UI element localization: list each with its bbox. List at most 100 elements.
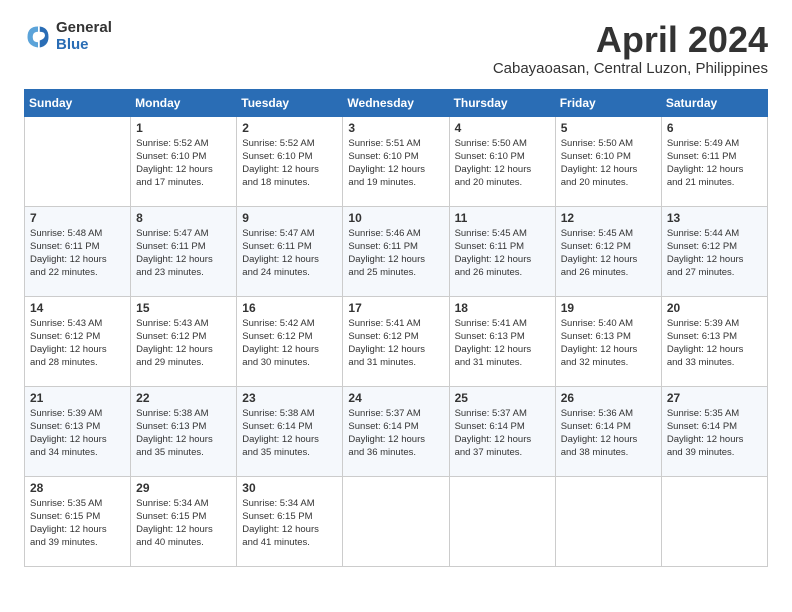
day-info: Sunrise: 5:39 AM Sunset: 6:13 PM Dayligh… — [30, 407, 125, 460]
day-number: 16 — [242, 301, 337, 315]
day-info: Sunrise: 5:45 AM Sunset: 6:12 PM Dayligh… — [561, 227, 656, 280]
day-info: Sunrise: 5:38 AM Sunset: 6:14 PM Dayligh… — [242, 407, 337, 460]
header: General Blue April 2024 Cabayaoasan, Cen… — [24, 20, 768, 77]
day-number: 5 — [561, 121, 656, 135]
calendar-cell: 26 Sunrise: 5:36 AM Sunset: 6:14 PM Dayli… — [555, 386, 661, 476]
calendar-cell — [25, 116, 131, 206]
day-number: 27 — [667, 391, 762, 405]
day-info: Sunrise: 5:43 AM Sunset: 6:12 PM Dayligh… — [136, 317, 231, 370]
day-info: Sunrise: 5:51 AM Sunset: 6:10 PM Dayligh… — [348, 137, 443, 190]
day-number: 24 — [348, 391, 443, 405]
logo-general-text: General — [56, 20, 112, 37]
day-info: Sunrise: 5:52 AM Sunset: 6:10 PM Dayligh… — [242, 137, 337, 190]
day-info: Sunrise: 5:41 AM Sunset: 6:12 PM Dayligh… — [348, 317, 443, 370]
logo-icon — [24, 23, 52, 51]
calendar-cell: 23 Sunrise: 5:38 AM Sunset: 6:14 PM Dayli… — [237, 386, 343, 476]
day-number: 1 — [136, 121, 231, 135]
day-info: Sunrise: 5:37 AM Sunset: 6:14 PM Dayligh… — [455, 407, 550, 460]
calendar-cell: 19Sunrise: 5:40 AM Sunset: 6:13 PM Dayli… — [555, 296, 661, 386]
calendar-table: SundayMondayTuesdayWednesdayThursdayFrid… — [24, 89, 768, 567]
day-number: 11 — [455, 211, 550, 225]
calendar-cell: 30 Sunrise: 5:34 AM Sunset: 6:15 PM Dayli… — [237, 476, 343, 566]
calendar-week-row: 7 Sunrise: 5:48 AM Sunset: 6:11 PM Daylig… — [25, 206, 768, 296]
calendar-cell: 24Sunrise: 5:37 AM Sunset: 6:14 PM Dayli… — [343, 386, 449, 476]
day-number: 13 — [667, 211, 762, 225]
weekday-header-friday: Friday — [555, 89, 661, 116]
day-number: 21 — [30, 391, 125, 405]
day-info: Sunrise: 5:43 AM Sunset: 6:12 PM Dayligh… — [30, 317, 125, 370]
day-info: Sunrise: 5:34 AM Sunset: 6:15 PM Dayligh… — [136, 497, 231, 550]
day-number: 29 — [136, 481, 231, 495]
day-number: 8 — [136, 211, 231, 225]
weekday-header-tuesday: Tuesday — [237, 89, 343, 116]
day-number: 26 — [561, 391, 656, 405]
day-info: Sunrise: 5:45 AM Sunset: 6:11 PM Dayligh… — [455, 227, 550, 280]
day-info: Sunrise: 5:39 AM Sunset: 6:13 PM Dayligh… — [667, 317, 762, 370]
calendar-cell: 18 Sunrise: 5:41 AM Sunset: 6:13 PM Dayli… — [449, 296, 555, 386]
calendar-cell: 27 Sunrise: 5:35 AM Sunset: 6:14 PM Dayli… — [661, 386, 767, 476]
calendar-cell — [449, 476, 555, 566]
day-number: 7 — [30, 211, 125, 225]
day-info: Sunrise: 5:35 AM Sunset: 6:15 PM Dayligh… — [30, 497, 125, 550]
calendar-cell: 1 Sunrise: 5:52 AM Sunset: 6:10 PM Daylig… — [131, 116, 237, 206]
calendar-cell — [661, 476, 767, 566]
day-number: 10 — [348, 211, 443, 225]
weekday-header-thursday: Thursday — [449, 89, 555, 116]
calendar-cell: 8 Sunrise: 5:47 AM Sunset: 6:11 PM Daylig… — [131, 206, 237, 296]
day-number: 22 — [136, 391, 231, 405]
calendar-cell: 6 Sunrise: 5:49 AM Sunset: 6:11 PM Daylig… — [661, 116, 767, 206]
calendar-cell: 29 Sunrise: 5:34 AM Sunset: 6:15 PM Dayli… — [131, 476, 237, 566]
day-number: 14 — [30, 301, 125, 315]
day-number: 17 — [348, 301, 443, 315]
day-info: Sunrise: 5:47 AM Sunset: 6:11 PM Dayligh… — [136, 227, 231, 280]
logo-text: General Blue — [56, 20, 112, 53]
calendar-cell: 10 Sunrise: 5:46 AM Sunset: 6:11 PM Dayli… — [343, 206, 449, 296]
day-info: Sunrise: 5:46 AM Sunset: 6:11 PM Dayligh… — [348, 227, 443, 280]
day-info: Sunrise: 5:48 AM Sunset: 6:11 PM Dayligh… — [30, 227, 125, 280]
weekday-header-saturday: Saturday — [661, 89, 767, 116]
location-title: Cabayaoasan, Central Luzon, Philippines — [493, 60, 768, 77]
day-info: Sunrise: 5:41 AM Sunset: 6:13 PM Dayligh… — [455, 317, 550, 370]
calendar-cell: 7 Sunrise: 5:48 AM Sunset: 6:11 PM Daylig… — [25, 206, 131, 296]
calendar-cell: 25Sunrise: 5:37 AM Sunset: 6:14 PM Dayli… — [449, 386, 555, 476]
calendar-cell: 2Sunrise: 5:52 AM Sunset: 6:10 PM Daylig… — [237, 116, 343, 206]
day-number: 18 — [455, 301, 550, 315]
calendar-week-row: 1 Sunrise: 5:52 AM Sunset: 6:10 PM Daylig… — [25, 116, 768, 206]
day-number: 6 — [667, 121, 762, 135]
weekday-header-row: SundayMondayTuesdayWednesdayThursdayFrid… — [25, 89, 768, 116]
calendar-cell: 21 Sunrise: 5:39 AM Sunset: 6:13 PM Dayli… — [25, 386, 131, 476]
calendar-cell: 22Sunrise: 5:38 AM Sunset: 6:13 PM Dayli… — [131, 386, 237, 476]
day-info: Sunrise: 5:35 AM Sunset: 6:14 PM Dayligh… — [667, 407, 762, 460]
day-info: Sunrise: 5:44 AM Sunset: 6:12 PM Dayligh… — [667, 227, 762, 280]
day-number: 9 — [242, 211, 337, 225]
weekday-header-monday: Monday — [131, 89, 237, 116]
calendar-week-row: 14 Sunrise: 5:43 AM Sunset: 6:12 PM Dayli… — [25, 296, 768, 386]
title-area: April 2024 Cabayaoasan, Central Luzon, P… — [493, 20, 768, 77]
weekday-header-sunday: Sunday — [25, 89, 131, 116]
calendar-cell: 9Sunrise: 5:47 AM Sunset: 6:11 PM Daylig… — [237, 206, 343, 296]
day-number: 30 — [242, 481, 337, 495]
day-info: Sunrise: 5:50 AM Sunset: 6:10 PM Dayligh… — [561, 137, 656, 190]
weekday-header-wednesday: Wednesday — [343, 89, 449, 116]
day-info: Sunrise: 5:52 AM Sunset: 6:10 PM Dayligh… — [136, 137, 231, 190]
day-number: 28 — [30, 481, 125, 495]
calendar-cell: 28 Sunrise: 5:35 AM Sunset: 6:15 PM Dayli… — [25, 476, 131, 566]
day-info: Sunrise: 5:50 AM Sunset: 6:10 PM Dayligh… — [455, 137, 550, 190]
calendar-week-row: 28 Sunrise: 5:35 AM Sunset: 6:15 PM Dayli… — [25, 476, 768, 566]
calendar-cell: 11 Sunrise: 5:45 AM Sunset: 6:11 PM Dayli… — [449, 206, 555, 296]
day-info: Sunrise: 5:34 AM Sunset: 6:15 PM Dayligh… — [242, 497, 337, 550]
calendar-week-row: 21 Sunrise: 5:39 AM Sunset: 6:13 PM Dayli… — [25, 386, 768, 476]
day-number: 15 — [136, 301, 231, 315]
day-number: 3 — [348, 121, 443, 135]
day-info: Sunrise: 5:49 AM Sunset: 6:11 PM Dayligh… — [667, 137, 762, 190]
calendar-cell: 14 Sunrise: 5:43 AM Sunset: 6:12 PM Dayli… — [25, 296, 131, 386]
calendar-cell — [343, 476, 449, 566]
month-title: April 2024 — [493, 20, 768, 60]
calendar-cell: 12Sunrise: 5:45 AM Sunset: 6:12 PM Dayli… — [555, 206, 661, 296]
day-number: 20 — [667, 301, 762, 315]
logo: General Blue — [24, 20, 112, 53]
day-info: Sunrise: 5:42 AM Sunset: 6:12 PM Dayligh… — [242, 317, 337, 370]
day-number: 23 — [242, 391, 337, 405]
day-number: 4 — [455, 121, 550, 135]
day-info: Sunrise: 5:36 AM Sunset: 6:14 PM Dayligh… — [561, 407, 656, 460]
